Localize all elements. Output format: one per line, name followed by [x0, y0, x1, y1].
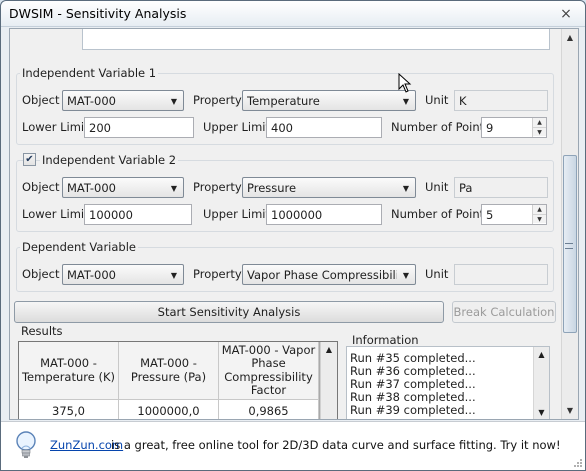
form-panel: Independent Variable 1 Object MAT-000 ▼ … [9, 28, 579, 420]
upper-limit-input-2[interactable]: 1000000 [266, 204, 382, 225]
dependent-variable-title: Dependent Variable [20, 240, 138, 254]
lower-limit-input-1[interactable]: 200 [84, 117, 194, 138]
window-title: DWSIM - Sensitivity Analysis [9, 6, 187, 21]
column-header[interactable]: MAT-000 - Vapor Phase Compressibility Fa… [219, 342, 319, 400]
property-select-2[interactable]: Pressure ▼ [242, 177, 416, 198]
ad-bar: ZunZun.com is a great, free online tool … [1, 421, 585, 470]
dropdown-arrow-icon: ▼ [402, 96, 410, 106]
scroll-up-icon[interactable]: ▲ [534, 350, 549, 359]
object-select-dependent[interactable]: MAT-000 ▼ [62, 264, 184, 285]
number-of-points-label: Number of Points [391, 120, 491, 134]
table-row[interactable]: 375,0 1000000,0 0,9865 [19, 400, 319, 419]
lower-limit-label: Lower Limit [22, 207, 89, 221]
property-select-1[interactable]: Temperature ▼ [242, 90, 416, 111]
number-of-points-stepper-1[interactable]: 9 ▲ ▼ [481, 117, 547, 138]
table-cell[interactable]: 0,9865 [219, 400, 319, 419]
title-bar: DWSIM - Sensitivity Analysis × [1, 1, 585, 27]
scroll-down-icon[interactable]: ▼ [562, 402, 578, 419]
object-label: Object [22, 180, 60, 194]
dropdown-arrow-icon: ▼ [170, 183, 178, 193]
spin-up-icon[interactable]: ▲ [533, 118, 546, 127]
property-select-value: Pressure [247, 181, 297, 195]
spin-down-icon[interactable]: ▼ [533, 127, 546, 136]
property-label: Property [193, 93, 242, 107]
results-scrollbar[interactable]: ▲ [320, 342, 337, 419]
unit-field-dependent [454, 264, 548, 285]
main-scrollbar[interactable]: ▲ ▼ [561, 29, 578, 419]
number-of-points-label: Number of Points [391, 207, 491, 221]
checkmark-icon: ✔ [25, 153, 34, 165]
upper-limit-label: Upper Limit [203, 207, 270, 221]
lower-limit-input-2[interactable]: 100000 [84, 204, 192, 225]
start-sensitivity-analysis-button[interactable]: Start Sensitivity Analysis [14, 301, 444, 323]
dropdown-arrow-icon: ▼ [402, 270, 410, 280]
dropdown-arrow-icon: ▼ [170, 96, 178, 106]
log-line: Run #35 completed... [350, 351, 476, 365]
unit-label: Unit [425, 93, 449, 107]
object-select-value: MAT-000 [67, 268, 116, 282]
object-select-value: MAT-000 [67, 94, 116, 108]
information-title: Information [352, 333, 419, 347]
scroll-up-icon[interactable]: ▲ [321, 345, 337, 354]
information-scrollbar[interactable]: ▲ ▼ [533, 347, 549, 419]
dropdown-arrow-icon: ▼ [170, 270, 178, 280]
independent-variable-2-title: Independent Variable 2 [40, 153, 179, 167]
close-icon: × [560, 6, 572, 22]
unit-field-2: Pa [454, 177, 548, 198]
dropdown-arrow-icon: ▼ [402, 183, 410, 193]
independent-variable-2-checkbox[interactable]: ✔ [23, 153, 36, 166]
object-select-1[interactable]: MAT-000 ▼ [62, 90, 184, 111]
number-of-points-stepper-2[interactable]: 5 ▲ ▼ [481, 204, 547, 225]
results-grid[interactable]: MAT-000 - Temperature (K) MAT-000 - Pres… [18, 341, 338, 419]
resize-grip-icon[interactable] [573, 458, 583, 468]
scroll-down-icon[interactable]: ▼ [534, 408, 549, 417]
scrollbar-grip-icon [565, 243, 573, 249]
column-header[interactable]: MAT-000 - Pressure (Pa) [119, 342, 219, 400]
break-calculation-button[interactable]: Break Calculation [452, 301, 556, 323]
upper-limit-label: Upper Limit [203, 120, 270, 134]
points-value: 9 [486, 121, 494, 135]
property-select-value: Temperature [247, 94, 320, 108]
independent-variable-1-title: Independent Variable 1 [20, 66, 159, 80]
unit-label: Unit [425, 180, 449, 194]
unit-field-1: K [454, 90, 548, 111]
log-line: Run #39 completed... [350, 403, 476, 417]
column-header[interactable]: MAT-000 - Temperature (K) [19, 342, 119, 400]
ad-message: is a great, free online tool for 2D/3D d… [111, 438, 561, 452]
upper-limit-input-1[interactable]: 400 [266, 117, 382, 138]
table-cell[interactable]: 375,0 [19, 400, 119, 419]
information-log[interactable]: Run #35 completed... Run #36 completed..… [346, 346, 550, 419]
results-title: Results [21, 324, 63, 338]
table-cell[interactable]: 1000000,0 [119, 400, 219, 419]
object-select-value: MAT-000 [67, 181, 116, 195]
lightbulb-icon [16, 431, 36, 458]
description-textarea[interactable] [82, 29, 550, 50]
log-line: Run #36 completed... [350, 364, 476, 378]
results-header-row: MAT-000 - Temperature (K) MAT-000 - Pres… [19, 342, 319, 400]
log-line: Run #38 completed... [350, 390, 476, 404]
object-select-2[interactable]: MAT-000 ▼ [62, 177, 184, 198]
spin-down-icon[interactable]: ▼ [533, 214, 546, 223]
unit-label: Unit [425, 267, 449, 281]
close-button[interactable]: × [555, 5, 577, 23]
property-label: Property [193, 180, 242, 194]
property-label: Property [193, 267, 242, 281]
log-line: Run #37 completed... [350, 377, 476, 391]
object-label: Object [22, 267, 60, 281]
spin-up-icon[interactable]: ▲ [533, 205, 546, 214]
points-value: 5 [486, 208, 494, 222]
property-select-value: Vapor Phase Compressibility Factor [247, 268, 397, 282]
object-label: Object [22, 93, 60, 107]
lower-limit-label: Lower Limit [22, 120, 89, 134]
property-select-dependent[interactable]: Vapor Phase Compressibility Factor ▼ [242, 264, 416, 285]
sensitivity-analysis-window: DWSIM - Sensitivity Analysis × Independe… [0, 0, 586, 471]
mouse-cursor-icon [398, 73, 412, 93]
scroll-up-icon[interactable]: ▲ [562, 29, 578, 46]
